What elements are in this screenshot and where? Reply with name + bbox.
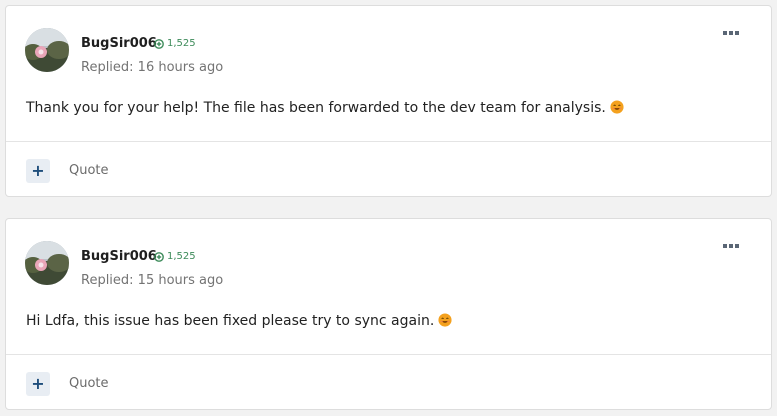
reply-timestamp: Replied: 15 hours ago [81,273,224,288]
reputation-badge: 1,525 [154,38,196,49]
avatar-image [25,241,69,285]
reputation-badge: 1,525 [154,251,196,262]
quote-button[interactable]: Quote [69,163,109,178]
reply-timestamp: Replied: 16 hours ago [81,60,224,75]
post-body: Hi Ldfa, this issue has been fixed pleas… [26,313,452,329]
quote-button[interactable]: Quote [69,376,109,391]
plus-circle-icon [154,38,164,49]
post-body-text: Hi Ldfa, this issue has been fixed pleas… [26,313,435,329]
post-card: BugSir006 1,525 Replied: 15 hours ago Hi… [5,218,772,410]
reputation-count: 1,525 [167,38,196,49]
smiling-face-icon [610,100,624,114]
more-horizontal-icon[interactable] [723,30,741,38]
post-body-text: Thank you for your help! The file has be… [26,100,606,116]
author-name[interactable]: BugSir006 [81,36,157,51]
divider [6,354,771,355]
reputation-count: 1,525 [167,251,196,262]
add-reaction-button[interactable]: + [26,159,50,183]
divider [6,141,771,142]
avatar-image [25,28,69,72]
plus-icon: + [31,161,45,180]
post-body: Thank you for your help! The file has be… [26,100,624,116]
more-horizontal-icon[interactable] [723,243,741,251]
add-reaction-button[interactable]: + [26,372,50,396]
smiling-face-icon [438,313,452,327]
avatar[interactable] [25,241,69,285]
post-card: BugSir006 1,525 Replied: 16 hours ago Th… [5,5,772,197]
author-name[interactable]: BugSir006 [81,249,157,264]
plus-icon: + [31,374,45,393]
plus-circle-icon [154,251,164,262]
avatar[interactable] [25,28,69,72]
